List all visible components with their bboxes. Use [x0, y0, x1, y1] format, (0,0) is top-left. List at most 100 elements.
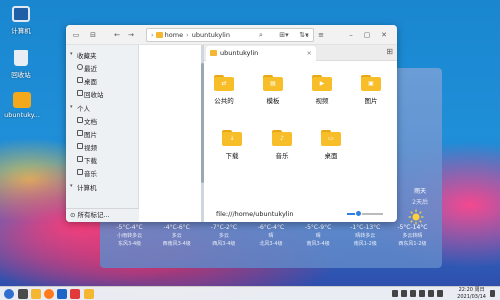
file-manager-toolbar: ▭ ⊟ ← → › home › ubuntukylin ⌄ ⌕ ⊞▾ ⇅▾ ≡ –…	[66, 25, 397, 45]
search-icon[interactable]: ⌕	[256, 29, 266, 41]
sidebar-item-trash[interactable]: 回收站	[84, 89, 104, 99]
path-chevron-icon: ›	[151, 31, 156, 39]
clock[interactable]: 22:20 周日 2021/03/14	[457, 287, 486, 300]
start-menu-icon[interactable]	[4, 289, 14, 299]
weather-day: -1°C-13°C 晴转多云 南风1-2级	[350, 224, 381, 247]
tab-bar: ubuntukylin × ⊞	[204, 45, 397, 61]
trash-icon	[14, 50, 28, 66]
sidebar-item-downloads[interactable]: 下载	[84, 155, 97, 165]
view-grid-icon[interactable]: ⊞▾	[276, 29, 292, 41]
file-item-public[interactable]: ⇄ 公共的	[204, 75, 244, 105]
folder-downloads-icon: ↓	[222, 130, 242, 146]
taskbar: 22:20 周日 2021/03/14	[0, 286, 500, 300]
status-path: file:///home/ubuntukylin	[216, 210, 294, 218]
sort-icon[interactable]: ⇅▾	[296, 29, 312, 41]
volume-icon[interactable]	[419, 290, 425, 297]
file-manager-taskbar-icon[interactable]	[31, 289, 41, 299]
new-tab-icon[interactable]: ⊞	[386, 47, 393, 56]
wps-writer-icon[interactable]	[70, 289, 80, 299]
file-item-downloads[interactable]: ↓ 下载	[212, 130, 252, 160]
sun-icon	[408, 209, 424, 225]
menu-icon[interactable]: ⊟	[88, 29, 98, 41]
file-manager-window[interactable]: ▭ ⊟ ← → › home › ubuntukylin ⌄ ⌕ ⊞▾ ⇅▾ ≡ –…	[66, 25, 397, 222]
weather-side-date: 2天后	[412, 199, 428, 206]
weather-day: -5°C-9°C 晴南风3-4级	[304, 224, 332, 247]
file-item-pictures[interactable]: ▣ 图片	[351, 75, 391, 105]
path-segment-user[interactable]: ubuntukylin	[192, 31, 230, 39]
options-icon[interactable]: ≡	[316, 29, 326, 41]
file-item-desktop[interactable]: ▭ 桌面	[311, 130, 351, 160]
trash-icon	[77, 90, 83, 96]
collapse-caret-icon[interactable]: ▾	[70, 51, 73, 57]
folder-pictures-icon: ▣	[361, 75, 381, 91]
desktop-icon-computer[interactable]: 计算机	[0, 6, 46, 35]
notification-icon[interactable]	[490, 290, 495, 297]
weather-day: -4°C-6°C 多云 西南风3-4级	[162, 224, 191, 247]
file-item-music[interactable]: ♪ 音乐	[262, 130, 302, 160]
weather-day: -6°C-4°C 晴北风3-4级	[257, 224, 285, 247]
video-icon	[77, 143, 83, 149]
tag-icon: ⊙	[70, 211, 78, 219]
forward-icon[interactable]: →	[126, 29, 136, 41]
desktop-icon-home[interactable]: ubuntuky...	[0, 92, 47, 119]
new-folder-icon[interactable]: ▭	[71, 29, 81, 41]
minimize-icon[interactable]: –	[346, 29, 356, 41]
sidebar-section-computer[interactable]: 计算机	[77, 182, 97, 192]
kylin-store-icon[interactable]	[57, 289, 67, 299]
back-icon[interactable]: ←	[112, 29, 122, 41]
sidebar-item-documents[interactable]: 文档	[84, 116, 97, 126]
folder-public-icon: ⇄	[214, 75, 234, 91]
multitask-view-icon[interactable]	[18, 289, 28, 299]
sidebar-item-videos[interactable]: 视频	[84, 142, 97, 152]
folder-taskbar-icon[interactable]	[84, 289, 94, 299]
close-tab-icon[interactable]: ×	[307, 46, 312, 61]
tab-ubuntukylin[interactable]: ubuntukylin ×	[206, 46, 316, 61]
all-tags-button[interactable]: ⊙ 所有标记...	[66, 208, 139, 222]
computer-icon	[12, 6, 30, 22]
weather-forecast-row: -5°C-4°C 小雨转多云 东风3-4级 -4°C-6°C 多云 西南风3-4级 -7…	[106, 224, 436, 248]
zoom-slider-knob[interactable]	[354, 210, 362, 217]
tray-icon[interactable]	[428, 290, 434, 297]
file-item-templates[interactable]: ▤ 模板	[253, 75, 293, 105]
tray-icon[interactable]	[392, 290, 398, 297]
path-separator: ›	[186, 31, 189, 39]
desktop-background: 计算机 回收站 ubuntuky... 雨天 2天后 -5°C-4°C 小雨转多云…	[0, 0, 500, 300]
sidebar-item-music[interactable]: 音乐	[84, 168, 97, 178]
desktop-icon-trash[interactable]: 回收站	[0, 50, 46, 79]
sidebar-item-pictures[interactable]: 图片	[84, 129, 97, 139]
picture-icon	[77, 130, 83, 136]
clock-icon	[77, 64, 83, 70]
zoom-slider[interactable]	[347, 210, 383, 217]
music-icon	[77, 169, 83, 175]
sidebar-item-recent[interactable]: 最近	[84, 63, 97, 73]
folder-videos-icon: ▶	[312, 75, 332, 91]
desktop-icon	[77, 77, 83, 83]
folder-desktop-icon: ▭	[321, 130, 341, 146]
weather-day: -5°C-4°C 小雨转多云 东风3-4级	[116, 224, 143, 247]
weather-side-label: 雨天	[414, 188, 427, 195]
file-item-videos[interactable]: ▶ 视频	[302, 75, 342, 105]
path-segment-home[interactable]: home	[165, 31, 183, 39]
status-bar: file:///home/ubuntukylin	[204, 205, 397, 222]
folder-icon	[210, 50, 217, 56]
home-folder-icon	[13, 92, 31, 108]
tray-icon[interactable]	[437, 290, 443, 297]
file-manager-sidebar: ▾ 收藏夹 最近 桌面 回收站 ▾ 个人 文档 图片 视频 下载 音乐 ▾ 计算…	[66, 45, 139, 222]
folder-music-icon: ♪	[272, 130, 292, 146]
maximize-icon[interactable]: ▢	[362, 29, 372, 41]
sidebar-section-personal[interactable]: 个人	[77, 103, 90, 113]
collapse-caret-icon[interactable]: ▾	[70, 104, 73, 110]
weather-day: -7°C-2°C 多云 西风3-4级	[210, 224, 238, 247]
file-grid: ⇄ 公共的 ▤ 模板 ▶ 视频 ▣ 图片 ≣ 文档 ↓ 下载	[204, 61, 397, 201]
network-icon[interactable]	[410, 290, 416, 297]
firefox-icon[interactable]	[44, 289, 54, 299]
tray-icon[interactable]	[401, 290, 407, 297]
sidebar-section-favorites[interactable]: 收藏夹	[77, 50, 97, 60]
collapse-caret-icon[interactable]: ▾	[70, 183, 73, 189]
home-folder-icon	[155, 32, 163, 38]
weather-side-panel: 雨天 2天后	[412, 186, 428, 206]
document-icon	[77, 117, 83, 123]
sidebar-item-desktop[interactable]: 桌面	[84, 76, 97, 86]
weather-day: -5°C-14°C 多云转晴 西东风1-2级	[397, 224, 428, 247]
close-icon[interactable]: ✕	[379, 29, 389, 41]
